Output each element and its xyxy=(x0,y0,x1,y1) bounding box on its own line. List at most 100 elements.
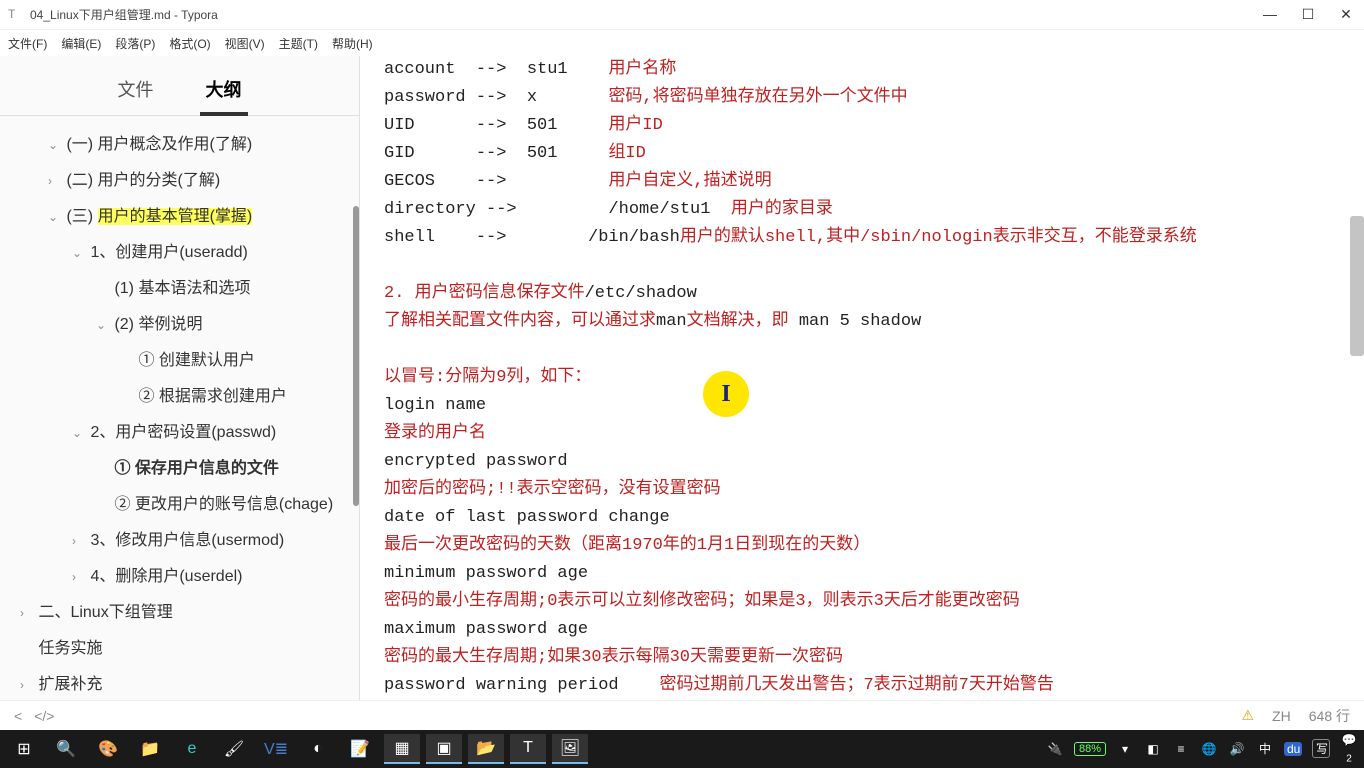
code-text: login name xyxy=(384,396,486,415)
comment-text: 用户ID xyxy=(608,116,662,135)
chevron-icon: › xyxy=(48,174,62,188)
nav-back-icon[interactable]: < xyxy=(14,708,22,724)
comment-text: 密码的最大生存周期;如果30表示每隔30天需要更新一次密码 xyxy=(384,648,843,667)
menu-theme[interactable]: 主题(T) xyxy=(279,35,318,52)
power-icon[interactable]: 🔌 xyxy=(1046,742,1064,756)
menu-file[interactable]: 文件(F) xyxy=(8,35,47,52)
tab-outline[interactable]: 大纲 xyxy=(200,68,248,116)
scrollbar-thumb[interactable] xyxy=(1350,216,1364,356)
volume-icon[interactable]: 🔊 xyxy=(1228,742,1246,756)
taskbar-app[interactable]: 📁 xyxy=(132,734,168,764)
outline-item[interactable]: ① 创建默认用户 xyxy=(0,340,359,376)
comment-text: 用户名称 xyxy=(608,60,676,79)
outline-item[interactable]: › 扩展补充 xyxy=(0,664,359,700)
chevron-icon: ⌄ xyxy=(48,138,62,152)
outline-item[interactable]: (1) 基本语法和选项 xyxy=(0,268,359,304)
code-text: password warning period xyxy=(384,676,619,695)
taskbar-edge[interactable]: e xyxy=(174,734,210,764)
code-text: directory --> /home/stu1 xyxy=(384,200,731,219)
outline-item[interactable]: ⌄ 2、用户密码设置(passwd) xyxy=(0,412,359,448)
warning-icon[interactable]: ⚠ xyxy=(1242,707,1255,724)
menubar: 文件(F) 编辑(E) 段落(P) 格式(O) 视图(V) 主题(T) 帮助(H… xyxy=(0,30,1364,56)
menu-help[interactable]: 帮助(H) xyxy=(332,35,373,52)
search-icon[interactable]: 🔍 xyxy=(48,734,84,764)
taskbar-typora[interactable]: T xyxy=(510,734,546,764)
outline-item[interactable]: › 3、修改用户信息(usermod) xyxy=(0,520,359,556)
outline-indicator xyxy=(353,206,359,506)
outline-item[interactable]: › 二、Linux下组管理 xyxy=(0,592,359,628)
tray-icon[interactable]: ≡ xyxy=(1172,742,1190,756)
minimize-button[interactable]: — xyxy=(1260,6,1280,23)
ime-indicator[interactable]: 中 xyxy=(1256,740,1274,757)
notification-icon[interactable]: 💬2 xyxy=(1340,733,1358,764)
taskbar-vm[interactable]: ▣ xyxy=(426,734,462,764)
tray-icon[interactable]: ◧ xyxy=(1144,742,1162,756)
menu-view[interactable]: 视图(V) xyxy=(225,35,265,52)
tray-icon[interactable]: ▾ xyxy=(1116,742,1134,756)
window-title: 04_Linux下用户组管理.md - Typora xyxy=(30,6,1260,23)
comment-text: 组ID xyxy=(608,144,645,163)
code-text: maximum password age xyxy=(384,620,588,639)
chevron-icon: › xyxy=(72,570,86,584)
chevron-icon: ⌄ xyxy=(72,426,86,440)
taskbar: ⊞ 🔍 🎨 📁 e 🖌 V≣ ◐ 📝 ▦ ▣ 📂 T 🖼 🔌 88% ▾ ◧ ≡… xyxy=(0,730,1364,768)
chevron-icon: › xyxy=(20,606,34,620)
comment-text: 最后一次更改密码的天数（距离1970年的1月1日到现在的天数） xyxy=(384,536,870,555)
code-text: minimum password age xyxy=(384,564,588,583)
taskbar-chrome[interactable]: ◐ xyxy=(300,734,336,764)
code-text: /etc/shadow xyxy=(585,284,697,303)
outline-item[interactable]: 任务实施 xyxy=(0,628,359,664)
taskbar-notepad[interactable]: 📝 xyxy=(342,734,378,764)
comment-text: 了解相关配置文件内容，可以通过求 xyxy=(384,312,656,331)
menu-paragraph[interactable]: 段落(P) xyxy=(115,35,155,52)
outline-item[interactable]: ⌄ 1、创建用户(useradd) xyxy=(0,232,359,268)
code-text: man 5 shadow xyxy=(799,312,921,331)
tab-file[interactable]: 文件 xyxy=(112,68,160,115)
outline-item[interactable]: ⌄ (三) 用户的基本管理(掌握) xyxy=(0,196,359,232)
code-text: password --> x xyxy=(384,88,608,107)
comment-text: 以冒号:分隔为9列，如下： xyxy=(384,368,591,387)
system-tray: 🔌 88% ▾ ◧ ≡ 🌐 🔊 中 du 写 💬2 xyxy=(1046,733,1358,764)
close-button[interactable]: ✕ xyxy=(1336,6,1356,23)
breadcrumb[interactable]: </> xyxy=(34,708,54,724)
statusbar: < </> ⚠ ZH 648 行 xyxy=(0,700,1364,730)
outline-tree: ⌄ (一) 用户概念及作用(了解)› (二) 用户的分类(了解)⌄ (三) 用户… xyxy=(0,116,359,708)
comment-text: 密码过期前几天发出警告；7表示过期前7天开始警告 xyxy=(659,676,1053,695)
outline-item[interactable]: ⌄ (一) 用户概念及作用(了解) xyxy=(0,124,359,160)
comment-text: 文档解决，即 xyxy=(687,312,799,331)
taskbar-app[interactable]: 🖌 xyxy=(216,734,252,764)
ime-indicator[interactable]: du xyxy=(1284,742,1302,756)
comment-text: 加密后的密码;!!表示空密码，没有设置密码 xyxy=(384,480,721,499)
outline-item[interactable]: ⌄ (2) 举例说明 xyxy=(0,304,359,340)
code-text: shell --> /bin/bash xyxy=(384,228,680,247)
maximize-button[interactable]: ☐ xyxy=(1298,6,1318,23)
outline-item[interactable]: ① 保存用户信息的文件 xyxy=(0,448,359,484)
taskbar-app[interactable]: 🎨 xyxy=(90,734,126,764)
battery-indicator[interactable]: 88% xyxy=(1074,742,1106,756)
menu-format[interactable]: 格式(O) xyxy=(169,35,210,52)
outline-item[interactable]: › (二) 用户的分类(了解) xyxy=(0,160,359,196)
sidebar-tabs: 文件 大纲 xyxy=(0,56,359,116)
menu-edit[interactable]: 编辑(E) xyxy=(61,35,101,52)
outline-item[interactable]: ② 根据需求创建用户 xyxy=(0,376,359,412)
code-text: man xyxy=(656,312,687,331)
comment-text: 用户的默认shell,其中/sbin/nologin表示非交互，不能登录系统 xyxy=(680,228,1197,247)
comment-text: 密码,将密码单独存放在另外一个文件中 xyxy=(608,88,907,107)
taskbar-app[interactable]: ▦ xyxy=(384,734,420,764)
sidebar: 文件 大纲 ⌄ (一) 用户概念及作用(了解)› (二) 用户的分类(了解)⌄ … xyxy=(0,56,360,730)
start-button[interactable]: ⊞ xyxy=(6,734,42,764)
outline-item[interactable]: › 4、删除用户(userdel) xyxy=(0,556,359,592)
comment-text: 用户自定义,描述说明 xyxy=(608,172,771,191)
line-count: 648 行 xyxy=(1309,706,1350,726)
taskbar-explorer[interactable]: 📂 xyxy=(468,734,504,764)
taskbar-visio[interactable]: V≣ xyxy=(258,734,294,764)
lang-indicator[interactable]: ZH xyxy=(1272,708,1291,724)
ime-indicator[interactable]: 写 xyxy=(1312,739,1330,758)
editor-content[interactable]: account --> stu1 用户名称 password --> x 密码,… xyxy=(360,56,1364,730)
network-icon[interactable]: 🌐 xyxy=(1200,742,1218,756)
comment-text: 2. 用户密码信息保存文件 xyxy=(384,284,585,303)
taskbar-app[interactable]: 🖼 xyxy=(552,734,588,764)
outline-item[interactable]: ② 更改用户的账号信息(chage) xyxy=(0,484,359,520)
cursor-highlight-icon: I xyxy=(703,371,749,417)
chevron-icon: ⌄ xyxy=(96,318,110,332)
